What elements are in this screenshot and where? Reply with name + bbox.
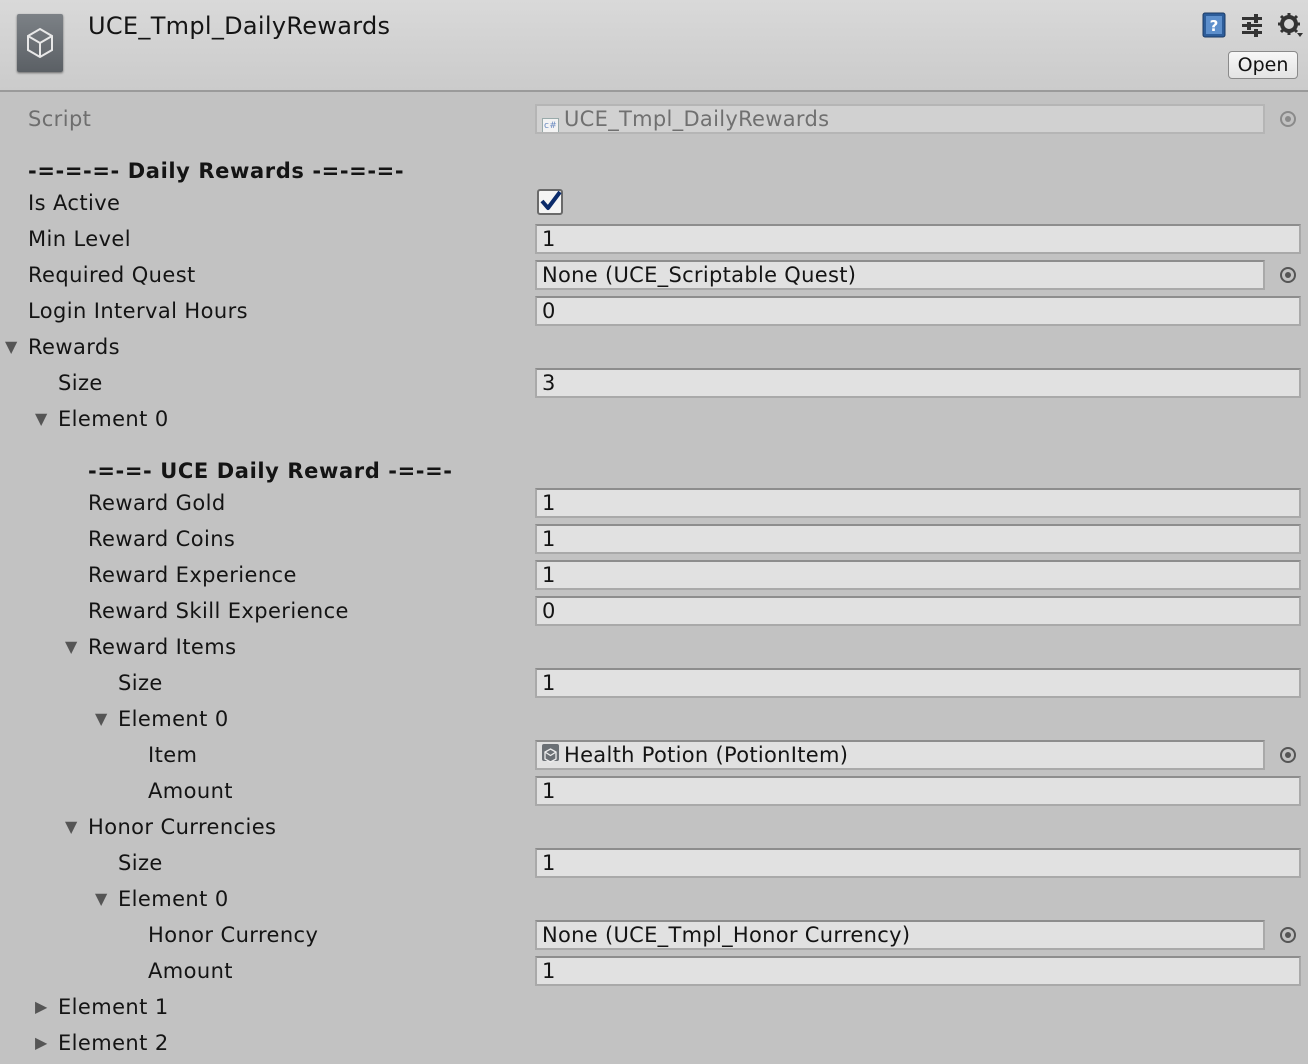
reward-items-label: Reward Items [88,635,237,659]
rewards-size-row: Size 3 [0,365,1308,401]
inspector-title: UCE_Tmpl_DailyRewards [88,12,391,40]
required-quest-field[interactable]: None (UCE_Scriptable Quest) [535,260,1265,290]
reward-gold-row: Reward Gold 1 [0,485,1308,521]
rewards-label: Rewards [28,335,120,359]
script-value: UCE_Tmpl_DailyRewards [564,107,830,131]
presets-sliders-icon[interactable] [1240,12,1266,38]
required-quest-label: Required Quest [28,263,196,287]
honor-amount-field[interactable]: 1 [535,956,1301,986]
reward-items-element-0-foldout[interactable]: ▼ Element 0 [0,701,1308,737]
is-active-checkbox[interactable] [537,189,563,215]
item-amount-row: Amount 1 [0,773,1308,809]
is-active-label: Is Active [28,191,121,215]
script-row: Script c# UCE_Tmpl_DailyRewards [0,101,1308,137]
reward-coins-field[interactable]: 1 [535,524,1301,554]
triangle-down-icon[interactable]: ▼ [35,401,53,437]
reward-items-element-0-label: Element 0 [118,707,229,731]
reward-coins-label: Reward Coins [88,527,236,551]
login-interval-label: Login Interval Hours [28,299,248,323]
triangle-down-icon[interactable]: ▼ [5,329,23,365]
min-level-row: Min Level 1 [0,221,1308,257]
item-amount-label: Amount [148,779,233,803]
unity-logo-icon [17,14,63,72]
reward-skill-experience-field[interactable]: 0 [535,596,1301,626]
honor-amount-row: Amount 1 [0,953,1308,989]
reward-experience-row: Reward Experience 1 [0,557,1308,593]
honor-currency-field[interactable]: None (UCE_Tmpl_Honor Currency) [535,920,1265,950]
item-row: Item Health Potion (PotionItem) [0,737,1308,773]
honor-size-row: Size 1 [0,845,1308,881]
triangle-down-icon[interactable]: ▼ [65,629,83,665]
element-0-foldout[interactable]: ▼ Element 0 [0,401,1308,437]
object-picker-icon[interactable] [1280,927,1296,943]
script-label: Script [28,107,92,131]
inspector-header: UCE_Tmpl_DailyRewards ? Open [0,0,1308,92]
object-picker-icon [1280,111,1296,127]
min-level-field[interactable]: 1 [535,224,1301,254]
element-0-label: Element 0 [58,407,169,431]
section-daily-rewards: -=-=-=- Daily Rewards -=-=-=- [28,159,405,183]
object-picker-icon[interactable] [1280,267,1296,283]
reward-coins-row: Reward Coins 1 [0,521,1308,557]
svg-text:?: ? [1210,17,1219,35]
open-button[interactable]: Open [1228,51,1298,79]
gear-icon[interactable] [1277,12,1303,38]
honor-amount-label: Amount [148,959,233,983]
rewards-size-label: Size [58,371,103,395]
csharp-script-icon: c# [542,118,559,132]
reward-gold-label: Reward Gold [88,491,226,515]
section-header: -=-=- UCE Daily Reward -=-=- [0,453,1308,489]
triangle-right-icon[interactable]: ▶ [35,989,53,1025]
object-picker-icon[interactable] [1280,747,1296,763]
reward-items-size-label: Size [118,671,163,695]
honor-currencies-foldout[interactable]: ▼ Honor Currencies [0,809,1308,845]
element-2-label: Element 2 [58,1031,169,1055]
section-uce-daily-reward: -=-=- UCE Daily Reward -=-=- [88,459,453,483]
rewards-size-field[interactable]: 3 [535,368,1301,398]
min-level-label: Min Level [28,227,131,251]
honor-currency-label: Honor Currency [148,923,319,947]
element-1-foldout[interactable]: ▶ Element 1 [0,989,1308,1025]
reward-skill-experience-label: Reward Skill Experience [88,599,349,623]
reward-experience-label: Reward Experience [88,563,297,587]
item-field[interactable]: Health Potion (PotionItem) [535,740,1265,770]
rewards-foldout[interactable]: ▼ Rewards [0,329,1308,365]
element-2-foldout[interactable]: ▶ Element 2 [0,1025,1308,1061]
triangle-down-icon[interactable]: ▼ [95,881,113,917]
honor-element-0-foldout[interactable]: ▼ Element 0 [0,881,1308,917]
honor-size-field[interactable]: 1 [535,848,1301,878]
login-interval-field[interactable]: 0 [535,296,1301,326]
triangle-down-icon[interactable]: ▼ [65,809,83,845]
login-interval-row: Login Interval Hours 0 [0,293,1308,329]
required-quest-row: Required Quest None (UCE_Scriptable Ques… [0,257,1308,293]
element-1-label: Element 1 [58,995,169,1019]
honor-size-label: Size [118,851,163,875]
script-field: c# UCE_Tmpl_DailyRewards [535,104,1265,134]
triangle-right-icon[interactable]: ▶ [35,1025,53,1061]
triangle-down-icon[interactable]: ▼ [95,701,113,737]
honor-currency-row: Honor Currency None (UCE_Tmpl_Honor Curr… [0,917,1308,953]
item-label: Item [148,743,198,767]
reward-items-foldout[interactable]: ▼ Reward Items [0,629,1308,665]
reward-gold-field[interactable]: 1 [535,488,1301,518]
section-header: -=-=-=- Daily Rewards -=-=-=- [0,153,1308,189]
item-amount-field[interactable]: 1 [535,776,1301,806]
item-value: Health Potion (PotionItem) [564,743,849,767]
reward-items-size-field[interactable]: 1 [535,668,1301,698]
help-book-icon[interactable]: ? [1201,12,1227,38]
reward-experience-field[interactable]: 1 [535,560,1301,590]
unity-asset-icon [542,744,559,763]
honor-element-0-label: Element 0 [118,887,229,911]
is-active-row: Is Active [0,185,1308,221]
checkmark-icon [540,190,562,210]
reward-skill-experience-row: Reward Skill Experience 0 [0,593,1308,629]
reward-items-size-row: Size 1 [0,665,1308,701]
honor-currencies-label: Honor Currencies [88,815,277,839]
